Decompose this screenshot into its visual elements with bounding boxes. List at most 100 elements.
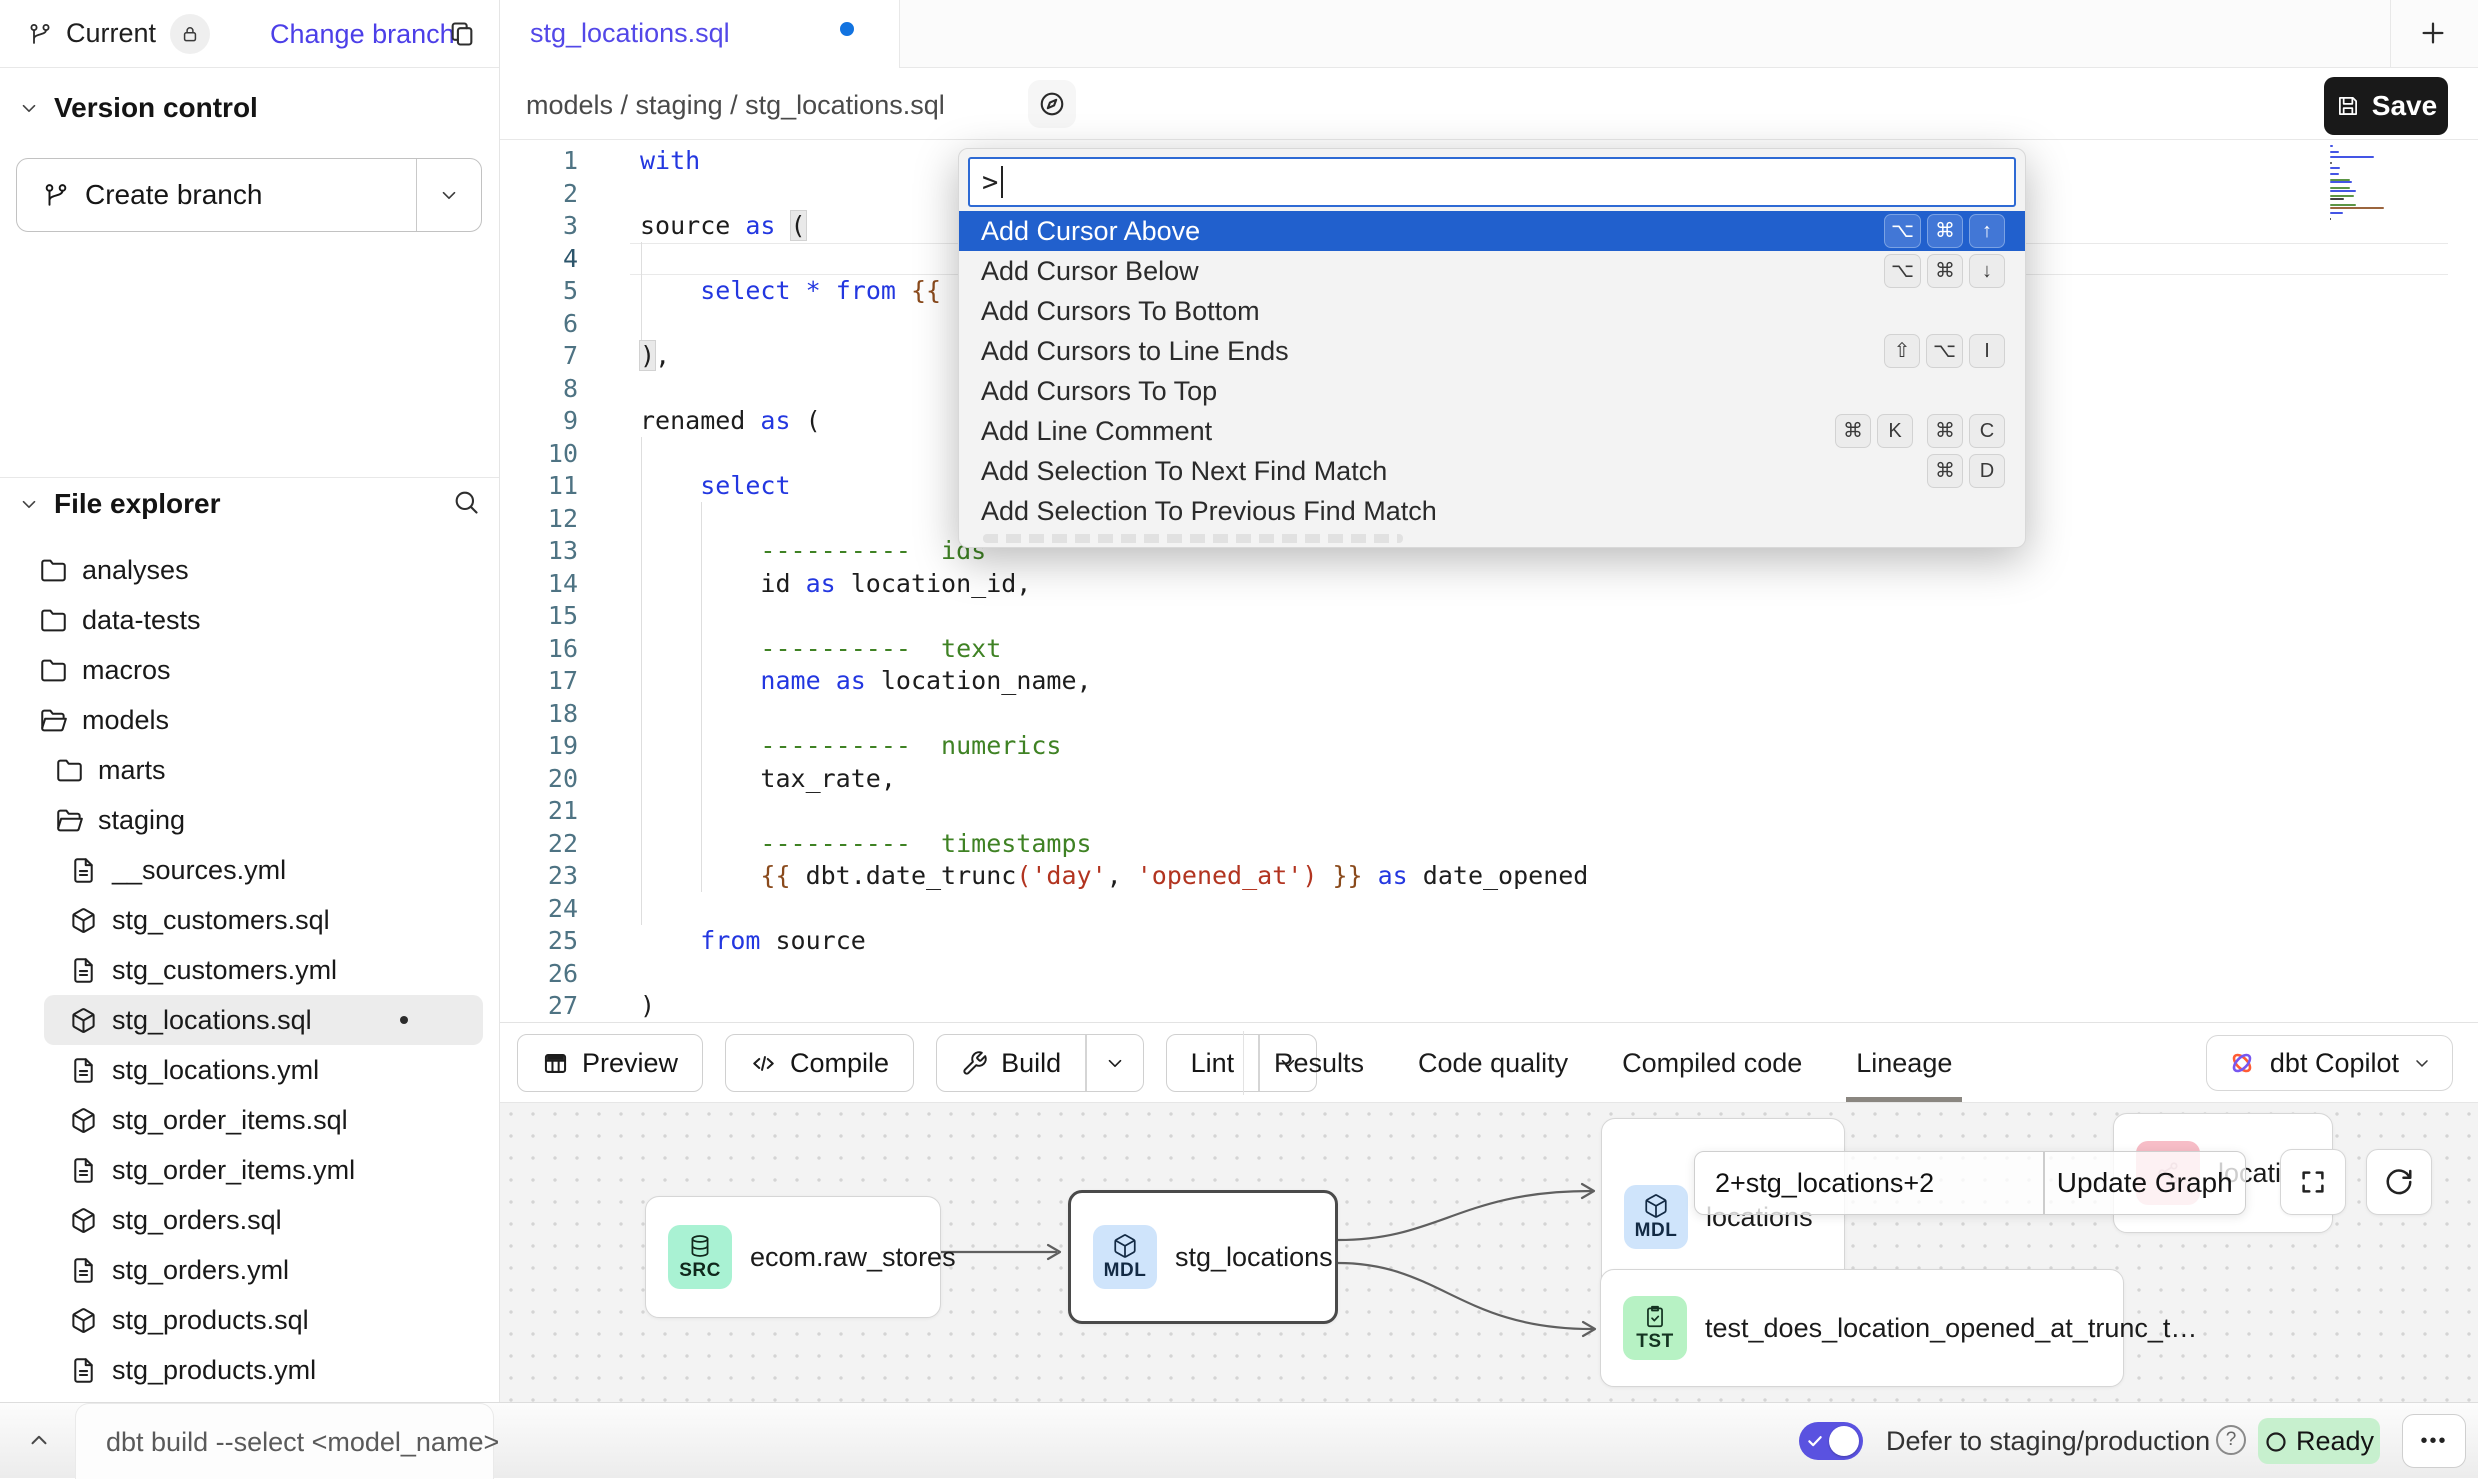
file-item-staging[interactable]: staging: [0, 795, 499, 845]
wrench-icon: [961, 1050, 988, 1077]
file-item-stg_customers.yml[interactable]: stg_customers.yml: [0, 945, 499, 995]
file-item-label: stg_orders.sql: [112, 1205, 282, 1236]
cube-icon: [70, 1107, 97, 1134]
command-palette-list: Add Cursor Above ⌥⌘↑ Add Cursor Below ⌥⌘…: [959, 211, 2025, 531]
file-item-stg_order_items.sql[interactable]: stg_order_items.sql: [0, 1095, 499, 1145]
tab-label: stg_locations.sql: [530, 18, 730, 49]
new-tab-plus-icon[interactable]: [2418, 18, 2448, 48]
lineage-node-stg-locations[interactable]: MDL stg_locations: [1068, 1190, 1338, 1324]
file-item-label: stg_products.sql: [112, 1305, 309, 1336]
editor-minimap[interactable]: [2330, 145, 2470, 221]
file-item-stg_customers.sql[interactable]: stg_customers.sql: [0, 895, 499, 945]
build-button[interactable]: Build: [936, 1034, 1144, 1092]
version-control-header[interactable]: Version control: [18, 92, 258, 124]
file-item-stg_products.sql[interactable]: stg_products.sql: [0, 1295, 499, 1345]
file-explorer-header[interactable]: File explorer: [18, 488, 221, 520]
file-item-stg_locations.yml[interactable]: stg_locations.yml: [0, 1045, 499, 1095]
tab-results[interactable]: Results: [1270, 1023, 1368, 1103]
file-item-stg_products.yml[interactable]: stg_products.yml: [0, 1345, 499, 1395]
navigate-compass-button[interactable]: [1028, 80, 1076, 128]
tab-lineage[interactable]: Lineage: [1852, 1023, 1956, 1103]
lineage-panel[interactable]: SRC ecom.raw_stores MDL stg_locations MD…: [500, 1102, 2478, 1402]
save-icon: [2335, 93, 2361, 119]
help-icon[interactable]: ?: [2216, 1425, 2246, 1455]
dbt-copilot-button[interactable]: dbt Copilot: [2206, 1035, 2453, 1091]
line-number: 1: [500, 145, 596, 178]
file-item-__sources.yml[interactable]: __sources.yml: [0, 845, 499, 895]
tab-compiled-code[interactable]: Compiled code: [1618, 1023, 1806, 1103]
defer-toggle[interactable]: [1799, 1422, 1863, 1460]
lineage-selector-input[interactable]: [1695, 1152, 2043, 1214]
file-explorer-title: File explorer: [54, 488, 221, 520]
expand-icon: [2298, 1167, 2328, 1197]
search-icon[interactable]: [452, 488, 480, 516]
folder-open-icon: [56, 807, 83, 834]
folder-open-icon: [40, 707, 67, 734]
keycap: D: [1969, 454, 2005, 488]
build-menu-toggle[interactable]: [1087, 1035, 1143, 1091]
chevron-up-icon[interactable]: [26, 1427, 52, 1453]
keycap: I: [1969, 334, 2005, 368]
refresh-button[interactable]: [2366, 1149, 2432, 1215]
tab-label: Compiled code: [1622, 1048, 1802, 1079]
lineage-node-raw-stores[interactable]: SRC ecom.raw_stores: [645, 1196, 941, 1318]
palette-item[interactable]: Add Cursors To Bottom: [959, 291, 2025, 331]
copy-icon[interactable]: [448, 20, 476, 48]
palette-item[interactable]: Add Selection To Previous Find Match: [959, 491, 2025, 531]
file-item-stg_locations.sql[interactable]: stg_locations.sql: [44, 995, 483, 1045]
file-item-stg_orders.yml[interactable]: stg_orders.yml: [0, 1245, 499, 1295]
file-item-models[interactable]: models: [0, 695, 499, 745]
branch-bar: Current Change branch: [0, 0, 499, 68]
line-number: 24: [500, 893, 596, 926]
tab-code-quality[interactable]: Code quality: [1414, 1023, 1572, 1103]
editor-toolbar: Preview Compile Build Lint Results Code …: [500, 1022, 2478, 1102]
code-line-21: [640, 795, 1588, 828]
file-icon: [70, 857, 97, 884]
chevron-down-icon: [18, 493, 40, 515]
file-item-data-tests[interactable]: data-tests: [0, 595, 499, 645]
file-icon: [70, 1057, 97, 1084]
palette-item[interactable]: Add Cursor Below ⌥⌘↓: [959, 251, 2025, 291]
file-item-stg_orders.sql[interactable]: stg_orders.sql: [0, 1195, 499, 1245]
palette-item[interactable]: Add Cursors to Line Ends ⇧⌥I: [959, 331, 2025, 371]
file-item-macros[interactable]: macros: [0, 645, 499, 695]
file-item-label: macros: [82, 655, 171, 686]
line-number: 21: [500, 795, 596, 828]
file-item-analyses[interactable]: analyses: [0, 545, 499, 595]
create-branch-menu-toggle[interactable]: [417, 159, 481, 231]
palette-item[interactable]: Add Cursors To Top: [959, 371, 2025, 411]
line-number: 25: [500, 925, 596, 958]
tab-stg-locations[interactable]: stg_locations.sql: [500, 0, 900, 68]
code-line-20: tax_rate,: [640, 763, 1588, 796]
more-options-button[interactable]: •••: [2402, 1414, 2466, 1468]
command-bar-panel[interactable]: dbt build --select <model_name>: [75, 1403, 494, 1479]
file-item-label: analyses: [82, 555, 189, 586]
shortcut-keys: ⌥⌘↑: [1884, 214, 2005, 248]
line-number: 22: [500, 828, 596, 861]
save-button[interactable]: Save: [2324, 77, 2448, 135]
create-branch-button[interactable]: Create branch: [16, 158, 482, 232]
command-palette: > Add Cursor Above ⌥⌘↑ Add Cursor Below …: [958, 148, 2026, 548]
line-number: 19: [500, 730, 596, 763]
keycap: ⌘: [1927, 414, 1963, 448]
palette-item[interactable]: Add Line Comment ⌘K⌘C: [959, 411, 2025, 451]
change-branch-link[interactable]: Change branch: [270, 0, 455, 68]
compile-button[interactable]: Compile: [725, 1034, 914, 1092]
branch-lock-badge: [170, 14, 210, 54]
palette-item[interactable]: Add Selection To Next Find Match ⌘D: [959, 451, 2025, 491]
cube-icon: [1643, 1193, 1669, 1219]
preview-button[interactable]: Preview: [517, 1034, 703, 1092]
update-graph-button[interactable]: Update Graph: [2045, 1152, 2246, 1214]
file-item-label: stg_customers.sql: [112, 905, 330, 936]
fullscreen-button[interactable]: [2280, 1149, 2346, 1215]
check-icon: [1806, 1432, 1824, 1450]
badge-label: SRC: [679, 1260, 721, 1282]
palette-item[interactable]: Add Cursor Above ⌥⌘↑: [959, 211, 2025, 251]
command-palette-input[interactable]: >: [968, 157, 2016, 207]
code-icon: [750, 1050, 777, 1077]
code-line-17: name as location_name,: [640, 665, 1588, 698]
create-branch-main[interactable]: Create branch: [17, 159, 416, 231]
file-item-stg_order_items.yml[interactable]: stg_order_items.yml: [0, 1145, 499, 1195]
file-item-marts[interactable]: marts: [0, 745, 499, 795]
lineage-node-test-node[interactable]: TST test_does_location_opened_at_trunc_t…: [1600, 1269, 2124, 1387]
